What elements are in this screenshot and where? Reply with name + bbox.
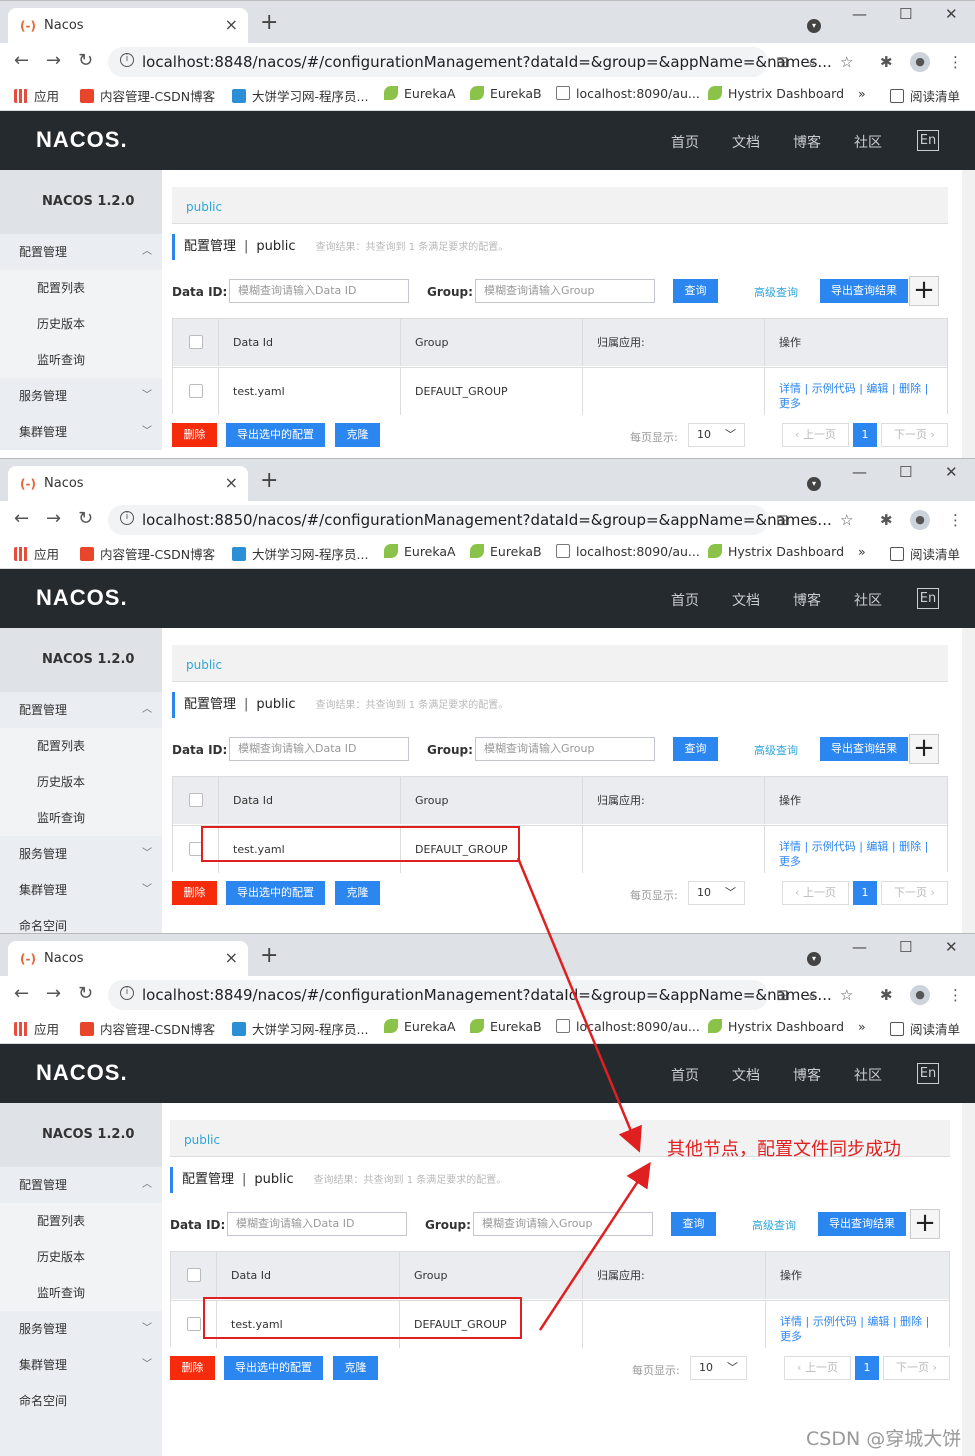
arrow-down	[516, 857, 642, 1153]
annotation-text: 其他节点，配置文件同步成功	[667, 1139, 901, 1160]
watermark: CSDN @穿城大饼	[806, 1428, 962, 1450]
annotation-arrows	[516, 857, 651, 1331]
arrow-up	[538, 1161, 651, 1331]
